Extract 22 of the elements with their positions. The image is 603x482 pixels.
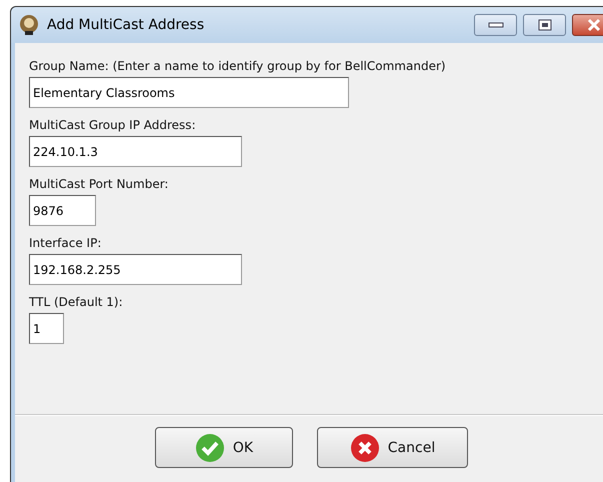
window-title: Add MultiCast Address [47, 17, 204, 33]
maximize-button[interactable] [523, 14, 566, 36]
text-field[interactable]: 1 [29, 313, 64, 344]
ok-button[interactable]: OK [155, 427, 293, 468]
minimize-button[interactable] [474, 14, 517, 36]
cancel-button[interactable]: Cancel [317, 427, 468, 468]
text-field[interactable]: Elementary Classrooms [29, 77, 349, 108]
close-button[interactable] [572, 14, 603, 36]
field-label: Group Name: (Enter a name to identify group by for BellCommander) [29, 59, 447, 73]
text-field[interactable]: 224.10.1.3 [29, 136, 242, 167]
field-label: Interface IP: [29, 236, 102, 250]
text-field[interactable]: 9876 [29, 195, 96, 226]
maximize-icon [538, 19, 552, 31]
check-icon [194, 432, 225, 462]
field-label: MultiCast Port Number: [29, 177, 170, 191]
minimize-icon [488, 22, 504, 28]
field-label: MultiCast Group IP Address: [29, 118, 197, 132]
error-icon [350, 432, 380, 462]
field-label: TTL (Default 1): [29, 295, 124, 309]
app-icon [19, 14, 39, 36]
close-icon [586, 18, 602, 32]
text-field[interactable]: 192.168.2.255 [29, 254, 242, 285]
